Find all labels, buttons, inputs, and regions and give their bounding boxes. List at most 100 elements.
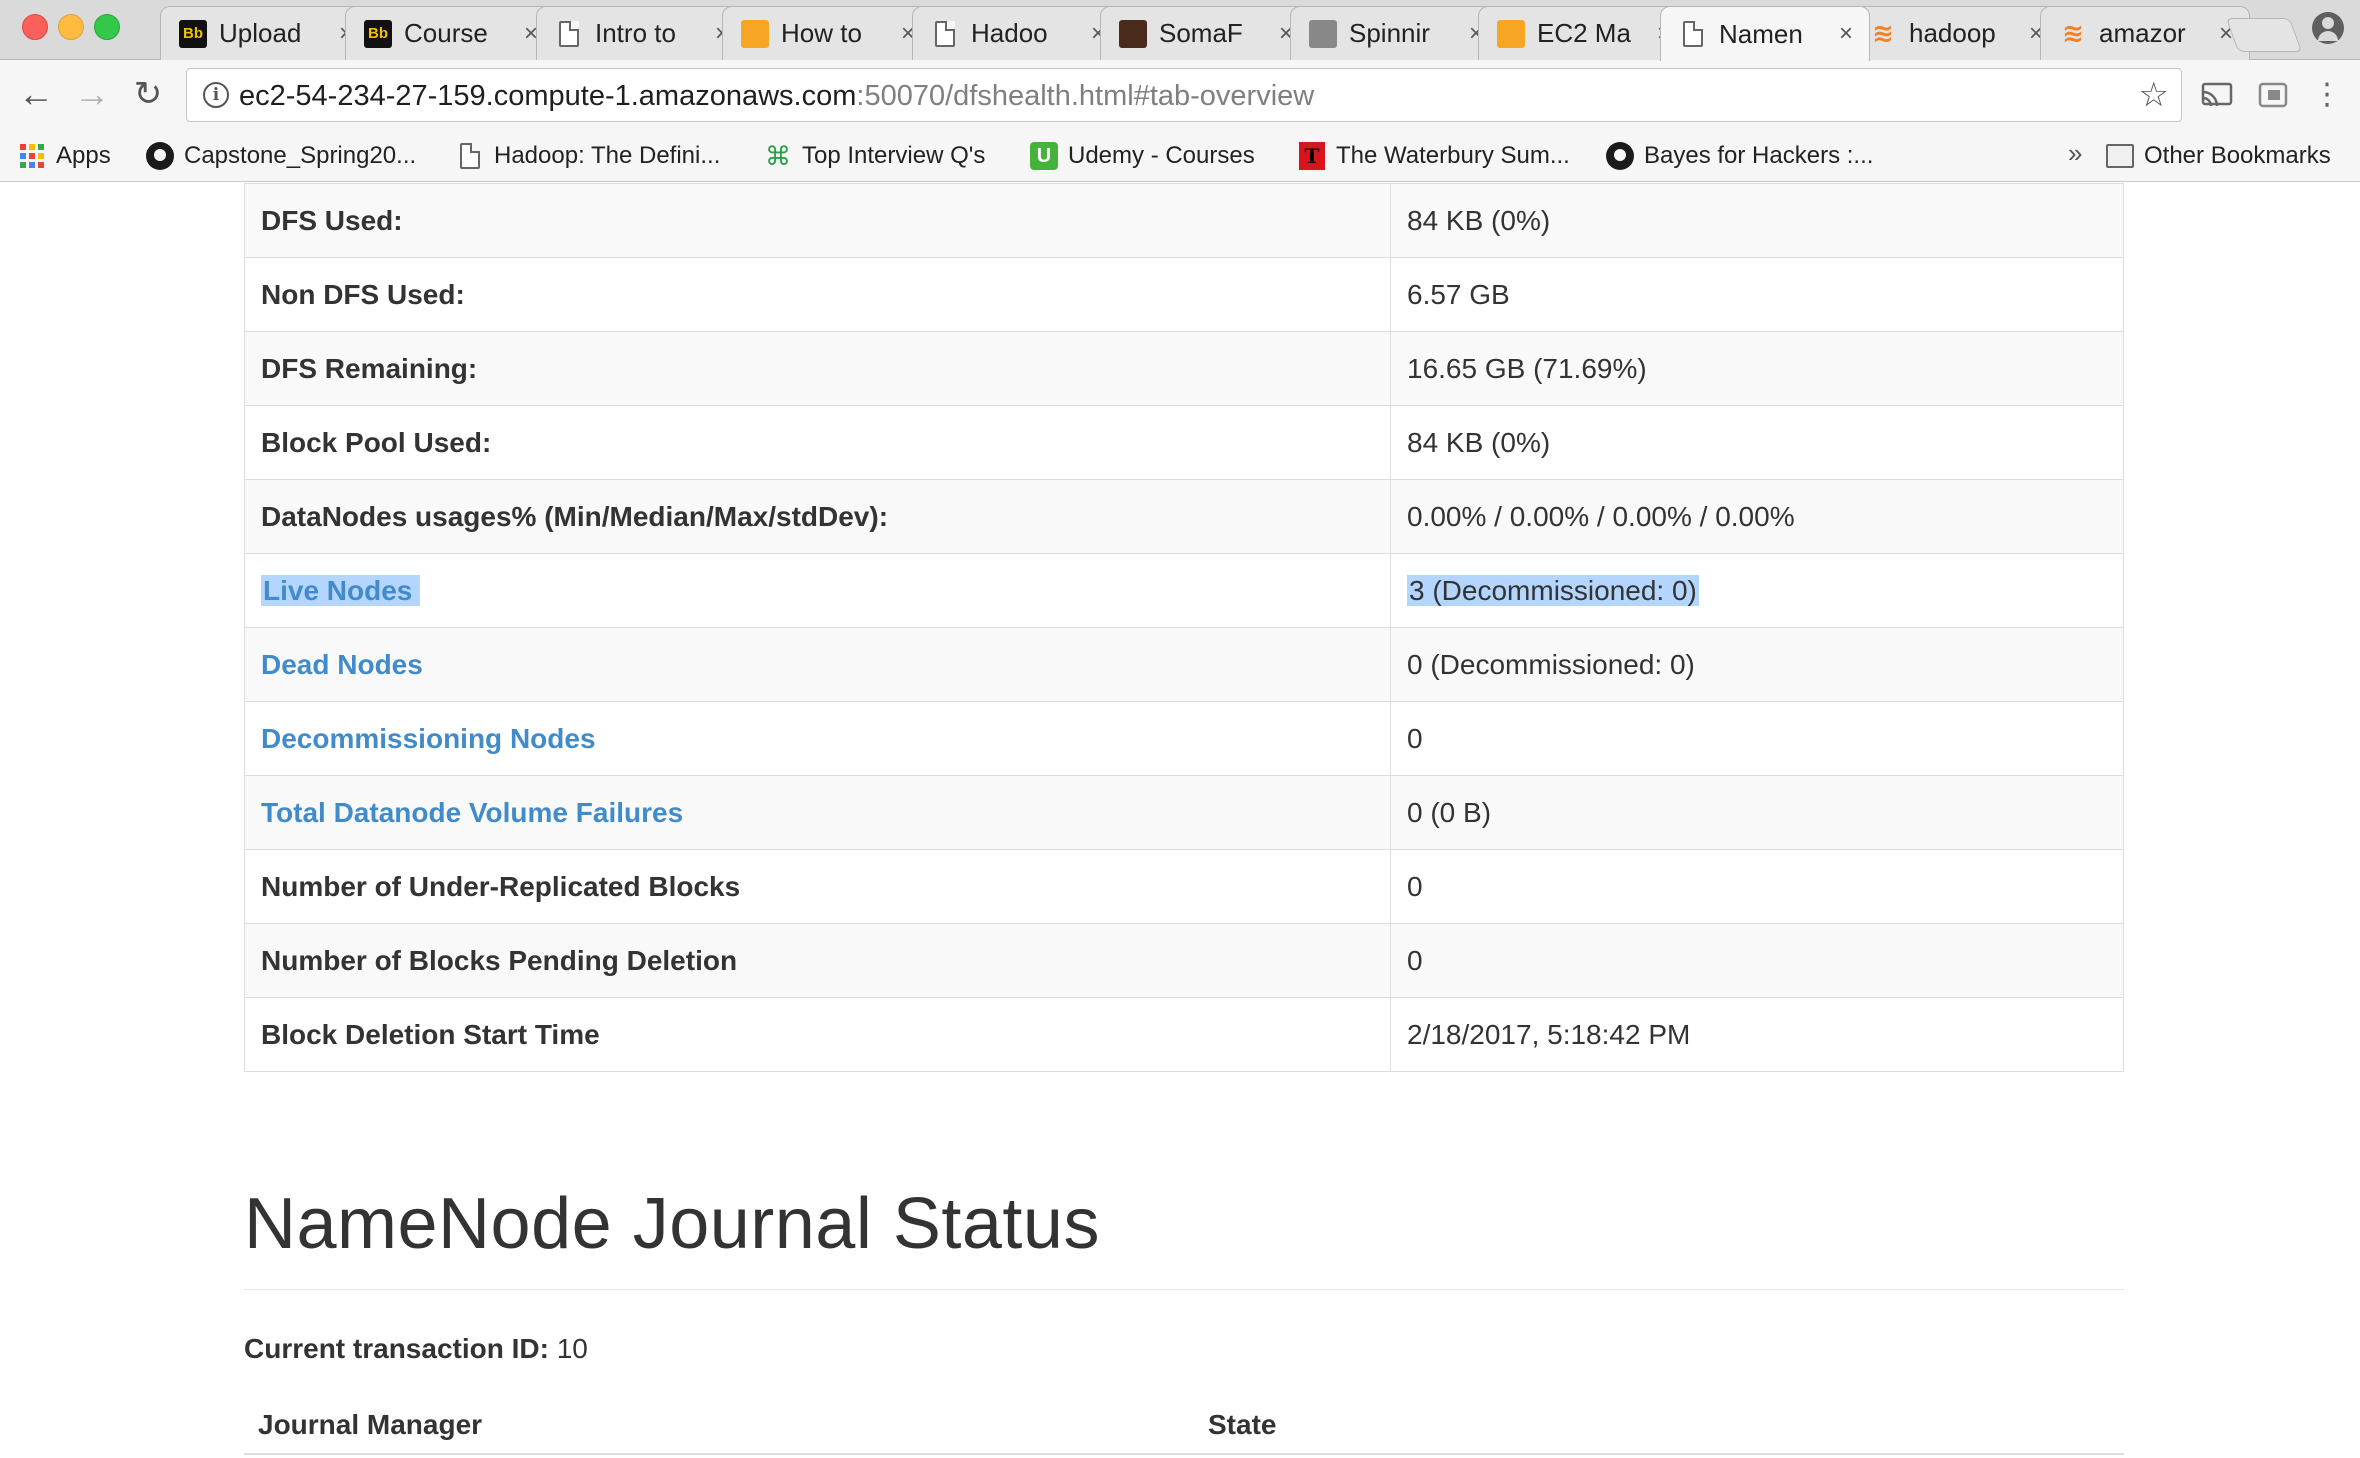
bookmark-item[interactable]: T The Waterbury Sum...: [1298, 138, 1570, 174]
journal-status-heading: NameNode Journal Status: [244, 1184, 1100, 1264]
browser-tab[interactable]: How to ×: [722, 6, 932, 60]
tab-title: Upload: [219, 18, 302, 48]
row-value: 84 KB (0%): [1407, 204, 1551, 236]
close-window-button[interactable]: [22, 14, 48, 40]
browser-tab[interactable]: Intro to×: [536, 6, 746, 60]
close-tab-icon[interactable]: ×: [1835, 20, 1857, 48]
extension-icon[interactable]: [2256, 78, 2290, 112]
row-value-cell: 16.65 GB (71.69%): [1390, 331, 2124, 406]
reload-icon[interactable]: ↻: [128, 74, 168, 114]
row-value: 0: [1407, 722, 1423, 754]
bookmark-item[interactable]: Hadoop: The Defini...: [456, 138, 720, 174]
somafm-icon: [1119, 19, 1147, 48]
row-key-link[interactable]: Decommissioning Nodes: [261, 723, 596, 754]
other-bookmarks[interactable]: Other Bookmarks: [2106, 138, 2331, 174]
table-row: Block Pool Used: 84 KB (0%): [244, 405, 2124, 480]
row-key-cell: Dead Nodes: [244, 627, 1391, 702]
txid-value: 10: [556, 1333, 588, 1364]
browser-tab-strip: Bb Upload × BbCourse×Intro to×How to×Hadoo×…: [0, 0, 2360, 61]
bookmark-label: Udemy - Courses: [1068, 142, 1255, 169]
browser-tab[interactable]: Spinnir ×: [1290, 6, 1500, 60]
cast-icon[interactable]: [2200, 78, 2234, 112]
address-bar[interactable]: i ec2-54-234-27-159.compute-1.amazonaws.…: [186, 68, 2182, 122]
row-value-cell: 84 KB (0%): [1390, 183, 2124, 258]
row-key-cell: Block Deletion Start Time: [244, 997, 1391, 1072]
row-key-cell: Total Datanode Volume Failures: [244, 775, 1391, 850]
txid-label: Current transaction ID:: [244, 1333, 549, 1364]
table-row: Number of Under-Replicated Blocks 0: [244, 849, 2124, 924]
bookmark-item[interactable]: Capstone_Spring20...: [146, 138, 416, 174]
row-value: 0: [1407, 870, 1423, 902]
row-key-link[interactable]: Live Nodes: [261, 574, 421, 606]
tab-title: Hadoo: [971, 18, 1048, 48]
row-key: DataNodes usages% (Min/Median/Max/stdDev…: [261, 500, 889, 532]
table-row: DataNodes usages% (Min/Median/Max/stdDev…: [244, 479, 2124, 554]
document-icon: [931, 20, 959, 48]
stackoverflow-icon: ≋: [1872, 18, 1894, 48]
waterbury-icon: T: [1298, 142, 1326, 170]
zoom-window-button[interactable]: [94, 14, 120, 40]
bookmark-label: Bayes for Hackers :...: [1644, 142, 1874, 169]
profile-icon[interactable]: [2312, 12, 2344, 44]
row-value-cell: 0 (Decommissioned: 0): [1390, 627, 2124, 702]
row-value: 6.57 GB: [1407, 278, 1510, 310]
command-key-icon: ⌘: [765, 140, 791, 171]
row-value: 0: [1407, 944, 1423, 976]
bookmark-label: Hadoop: The Defini...: [494, 142, 721, 169]
table-row: DFS Used: 84 KB (0%): [244, 183, 2124, 258]
back-arrow-icon[interactable]: ←: [16, 74, 56, 114]
url-host: ec2-54-234-27-159.compute-1.amazonaws.co…: [239, 80, 857, 112]
table-row: Decommissioning Nodes 0: [244, 701, 2124, 776]
browser-tab[interactable]: Hadoo ×: [912, 6, 1122, 60]
spinning-icon: [1309, 19, 1337, 48]
browser-tab[interactable]: ≋ amazor ×: [2040, 6, 2250, 60]
bookmark-item[interactable]: Apps: [18, 138, 111, 174]
column-journal-manager: Journal Manager: [258, 1409, 483, 1440]
bookmark-label: Capstone_Spring20...: [184, 142, 417, 169]
row-value: 16.65 GB (71.69%): [1407, 352, 1647, 384]
bookmark-star-icon[interactable]: ☆: [2139, 77, 2169, 113]
table-row: DFS Remaining: 16.65 GB (71.69%): [244, 331, 2124, 406]
row-value-cell: 0: [1390, 849, 2124, 924]
dfs-summary-table: DFS Used: 84 KB (0%) Non DFS Used: 6.57 GB D…: [244, 183, 2124, 1072]
forward-arrow-icon[interactable]: →: [72, 74, 112, 114]
bookmark-label: The Waterbury Sum...: [1336, 142, 1570, 169]
row-key-link[interactable]: Dead Nodes: [261, 649, 423, 680]
browser-tab[interactable]: Namen ×: [1660, 6, 1870, 61]
new-tab-button[interactable]: [2225, 18, 2303, 52]
tab-title: Spinnir: [1349, 18, 1430, 48]
row-value-cell: 3 (Decommissioned: 0): [1390, 553, 2124, 628]
row-key-cell: DFS Used:: [244, 183, 1391, 258]
bookmark-label: Top Interview Q's: [802, 142, 986, 169]
minimize-window-button[interactable]: [58, 14, 84, 40]
bookmark-label: Apps: [56, 142, 111, 169]
row-key-cell: Decommissioning Nodes: [244, 701, 1391, 776]
document-icon: [456, 142, 484, 170]
blackboard-icon: Bb: [179, 19, 207, 48]
row-value: 3 (Decommissioned: 0): [1407, 574, 1699, 606]
site-info-icon[interactable]: i: [203, 82, 229, 108]
row-value-cell: 84 KB (0%): [1390, 405, 2124, 480]
udemy-icon: U: [1030, 142, 1058, 170]
bookmarks-bar: Apps Capstone_Spring20... Hadoop: The Defi…: [0, 130, 2360, 182]
browser-tab[interactable]: Bb Course ×: [345, 6, 555, 60]
row-key-cell: Number of Under-Replicated Blocks: [244, 849, 1391, 924]
url-path: :50070/dfshealth.html#tab-overview: [856, 80, 1315, 112]
bookmark-item[interactable]: U Udemy - Courses: [1030, 138, 1255, 174]
browser-tab[interactable]: EC2 Ma×: [1478, 6, 1688, 60]
tab-title: EC2 Ma: [1537, 18, 1631, 48]
row-value: 0 (Decommissioned: 0): [1407, 648, 1695, 680]
browser-tab[interactable]: BbUpload×: [160, 6, 370, 60]
bookmarks-overflow-chevron-icon[interactable]: »: [2068, 138, 2082, 169]
row-value-cell: 0.00% / 0.00% / 0.00% / 0.00%: [1390, 479, 2124, 554]
bookmark-item[interactable]: Bayes for Hackers :...: [1606, 138, 1873, 174]
column-state: State: [1208, 1409, 1277, 1440]
stackoverflow-icon: ≋: [2062, 18, 2084, 48]
browser-tab[interactable]: SomaF ×: [1100, 6, 1310, 60]
document-icon: [1679, 20, 1707, 48]
browser-tab[interactable]: ≋ hadoop ×: [1850, 6, 2060, 60]
menu-dots-icon[interactable]: ⋮: [2310, 78, 2344, 112]
url-text[interactable]: ec2-54-234-27-159.compute-1.amazonaws.co…: [239, 80, 1314, 113]
bookmark-item[interactable]: ⌘ Top Interview Q's: [764, 138, 985, 174]
row-key-link[interactable]: Total Datanode Volume Failures: [261, 797, 683, 828]
